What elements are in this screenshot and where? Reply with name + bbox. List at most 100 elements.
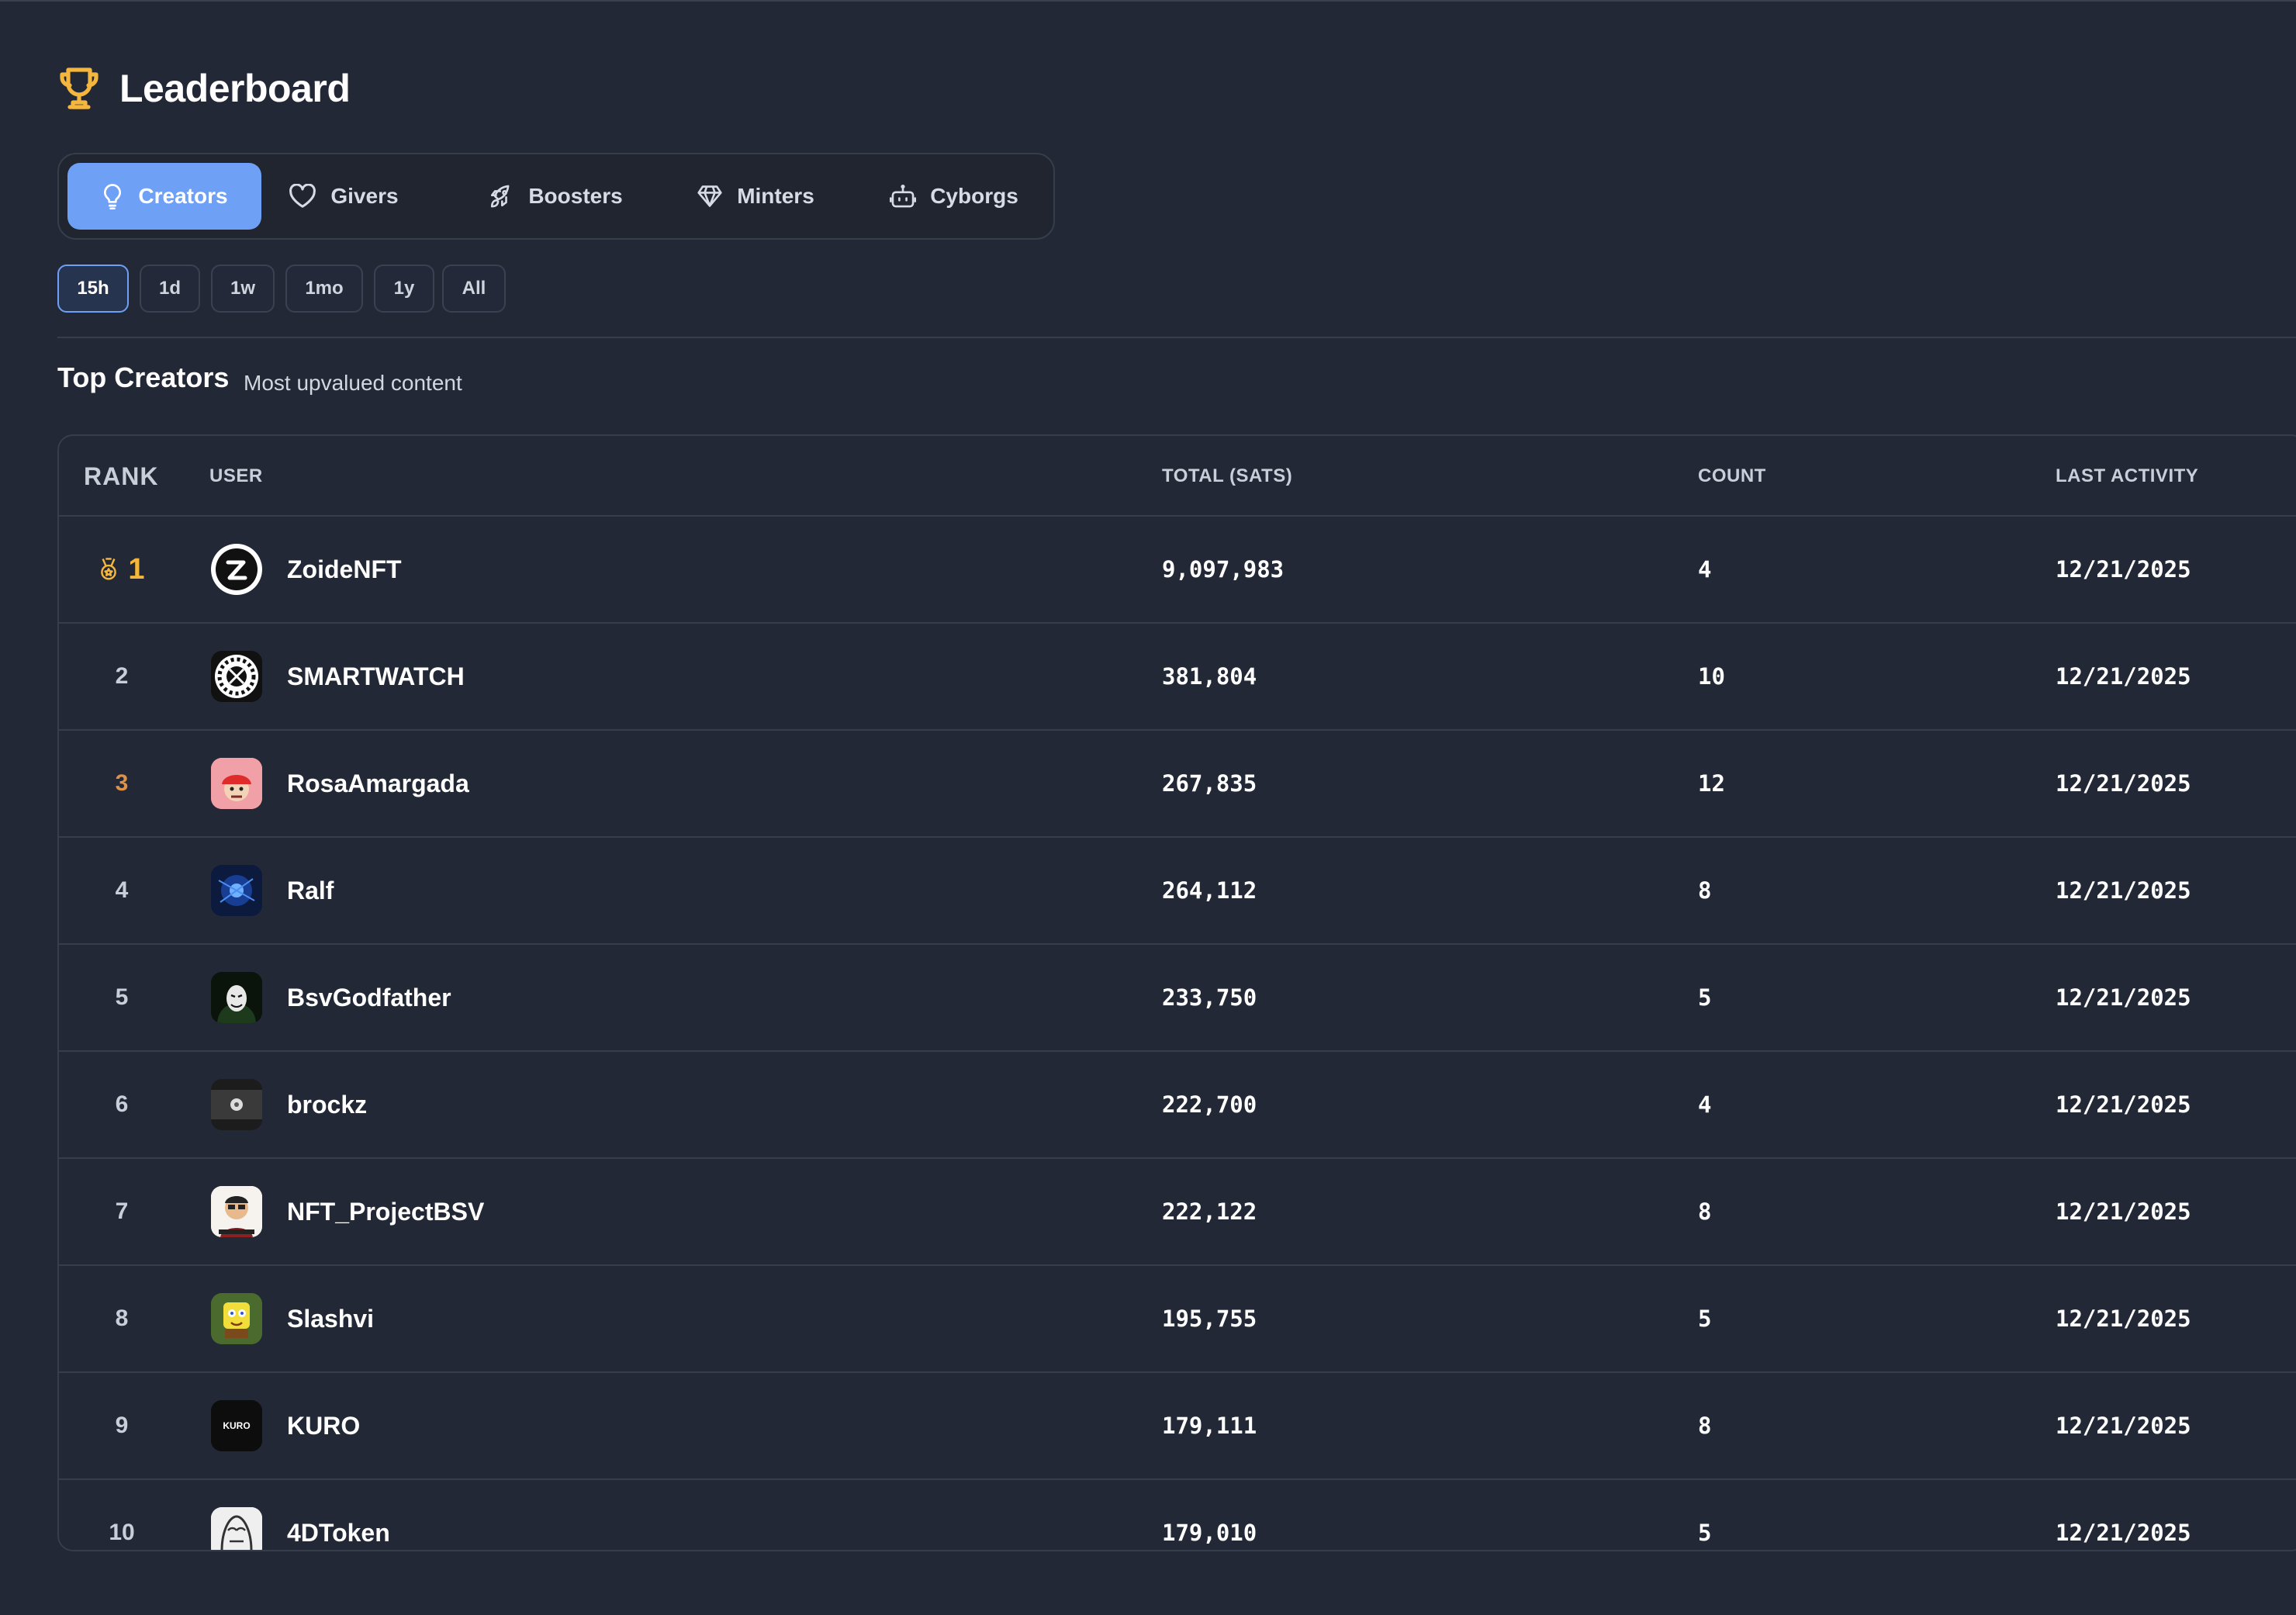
username: ZoideNFT (287, 555, 402, 583)
user-cell[interactable]: ZoideNFT (211, 517, 402, 622)
avatar (211, 865, 262, 916)
count: 5 (1698, 1305, 1712, 1332)
rank-number: 2 (115, 663, 129, 689)
total-sats: 195,755 (1162, 1305, 1257, 1332)
count: 12 (1698, 770, 1725, 797)
last-activity: 12/21/2025 (2056, 1198, 2191, 1225)
user-cell[interactable]: brockz (211, 1052, 367, 1157)
avatar: KURO (211, 1400, 262, 1451)
count: 5 (1698, 1520, 1712, 1546)
avatar (211, 544, 262, 595)
last-activity: 12/21/2025 (2056, 877, 2191, 904)
section-divider (57, 337, 2296, 338)
username: 4DToken (287, 1518, 390, 1547)
rank-number: 8 (115, 1305, 129, 1331)
user-cell[interactable]: RosaAmargada (211, 731, 469, 836)
period-1y[interactable]: 1y (374, 265, 434, 313)
table-row[interactable]: 9 KURO KURO 179,111 8 12/21/2025 (59, 1373, 2296, 1480)
last-activity: 12/21/2025 (2056, 556, 2191, 583)
category-tabs: Creators Givers Boosters Minters Cyborgs (57, 153, 1055, 240)
table-row[interactable]: 2 SMARTWATCH 381,804 10 12/21/2025 (59, 624, 2296, 731)
table-row[interactable]: 8 Slashvi 195,755 5 12/21/2025 (59, 1266, 2296, 1373)
leaderboard-table: RANK USER TOTAL (SATS) COUNT LAST ACTIVI… (57, 434, 2296, 1551)
count: 4 (1698, 1091, 1712, 1118)
table-row[interactable]: 7 NFT_ProjectBSV 222,122 8 12/21/2025 (59, 1159, 2296, 1266)
avatar (211, 972, 262, 1023)
user-cell[interactable]: Slashvi (211, 1266, 374, 1371)
user-cell[interactable]: 4DToken (211, 1480, 390, 1550)
column-user: USER (209, 465, 263, 486)
column-rank: RANK (84, 462, 159, 490)
user-cell[interactable]: BsvGodfather (211, 945, 451, 1050)
avatar (211, 1079, 262, 1130)
table-row[interactable]: 5 BsvGodfather 233,750 5 12/21/2025 (59, 945, 2296, 1052)
count: 10 (1698, 663, 1725, 690)
page-header: Leaderboard (57, 65, 351, 112)
tab-minters[interactable]: Minters (686, 163, 825, 230)
last-activity: 12/21/2025 (2056, 1091, 2191, 1118)
leaderboard-page: Leaderboard Creators Givers Boosters Min… (0, 0, 2296, 1615)
total-sats: 381,804 (1162, 663, 1257, 690)
user-cell[interactable]: NFT_ProjectBSV (211, 1159, 484, 1264)
total-sats: 264,112 (1162, 877, 1257, 904)
username: NFT_ProjectBSV (287, 1197, 485, 1226)
period-1mo[interactable]: 1mo (285, 265, 363, 313)
user-cell[interactable]: SMARTWATCH (211, 624, 465, 729)
total-sats: 222,700 (1162, 1091, 1257, 1118)
medal-icon (99, 557, 119, 582)
avatar (211, 651, 262, 702)
tab-label: Cyborgs (930, 184, 1018, 208)
tab-label: Minters (737, 184, 814, 208)
rank-number: 6 (115, 1091, 129, 1117)
avatar (211, 1186, 262, 1237)
trophy-icon (57, 65, 101, 112)
table-row[interactable]: 6 brockz 222,700 4 12/21/2025 (59, 1052, 2296, 1159)
table-row[interactable]: 10 4DToken 179,010 5 12/21/2025 (59, 1480, 2296, 1550)
rocket-icon (488, 183, 514, 209)
username: KURO (287, 1411, 361, 1440)
column-last-activity: LAST ACTIVITY (2056, 465, 2199, 486)
user-cell[interactable]: KURO KURO (211, 1373, 360, 1478)
last-activity: 12/21/2025 (2056, 1305, 2191, 1332)
tab-label: Creators (138, 184, 228, 208)
last-activity: 12/21/2025 (2056, 1413, 2191, 1439)
count: 4 (1698, 556, 1712, 583)
total-sats: 179,111 (1162, 1413, 1257, 1439)
kuro-logo-text: KURO (223, 1420, 250, 1431)
tab-creators[interactable]: Creators (67, 163, 261, 230)
period-15h[interactable]: 15h (57, 265, 129, 313)
period-1w[interactable]: 1w (211, 265, 275, 313)
avatar (211, 1293, 262, 1344)
username: Ralf (287, 876, 334, 904)
page-title: Leaderboard (119, 67, 351, 110)
user-cell[interactable]: Ralf (211, 838, 334, 943)
total-sats: 9,097,983 (1162, 556, 1285, 583)
total-sats: 267,835 (1162, 770, 1257, 797)
tab-cyborgs[interactable]: Cyborgs (878, 163, 1030, 230)
username: SMARTWATCH (287, 662, 465, 690)
tab-givers[interactable]: Givers (284, 163, 403, 230)
username: RosaAmargada (287, 769, 469, 797)
total-sats: 233,750 (1162, 984, 1257, 1011)
count: 8 (1698, 1198, 1712, 1225)
last-activity: 12/21/2025 (2056, 663, 2191, 690)
username: BsvGodfather (287, 983, 451, 1012)
period-all[interactable]: All (442, 265, 506, 313)
count: 8 (1698, 1413, 1712, 1439)
section-title: Top Creators (57, 361, 230, 393)
top-divider (0, 0, 2296, 2)
last-activity: 12/21/2025 (2056, 770, 2191, 797)
tab-boosters[interactable]: Boosters (478, 163, 633, 230)
rank-number: 5 (115, 984, 129, 1010)
heart-icon (289, 184, 316, 209)
table-row[interactable]: 4 Ralf 264,112 8 12/21/2025 (59, 838, 2296, 945)
column-total: TOTAL (SATS) (1162, 465, 1293, 486)
section-subtitle: Most upvalued content (244, 371, 462, 395)
rank-number: 3 (115, 770, 129, 796)
lightbulb-icon (101, 183, 124, 209)
table-row[interactable]: 3 RosaAmargada 267,835 12 12/21/2025 (59, 731, 2296, 838)
table-row[interactable]: 1 ZoideNFT 9,097,983 4 12/21/2025 (59, 517, 2296, 624)
tab-label: Givers (330, 184, 399, 208)
period-1d[interactable]: 1d (140, 265, 200, 313)
username: Slashvi (287, 1304, 375, 1333)
